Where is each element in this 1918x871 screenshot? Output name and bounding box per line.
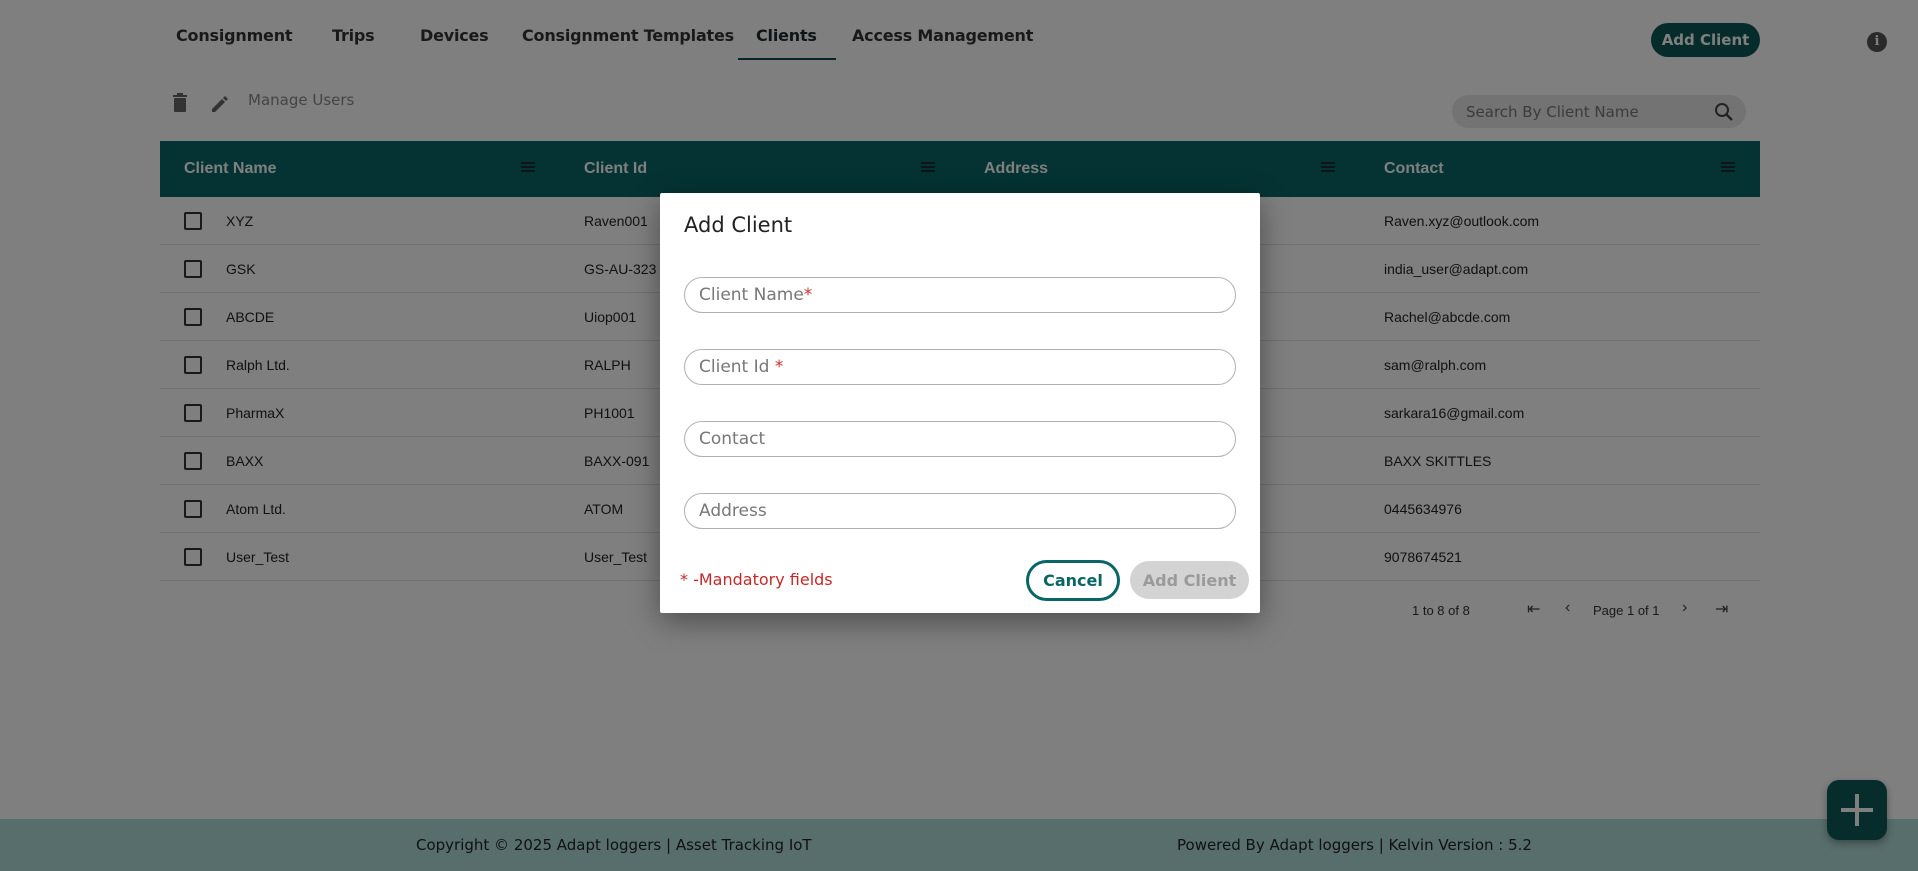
- address-field[interactable]: Address: [684, 493, 1236, 529]
- client-id-input[interactable]: [699, 350, 1219, 384]
- client-name-field[interactable]: Client Name*: [684, 277, 1236, 313]
- dialog-title: Add Client: [684, 213, 793, 237]
- cancel-button[interactable]: Cancel: [1026, 560, 1120, 601]
- address-input[interactable]: [699, 494, 1219, 528]
- add-client-dialog: Add Client Client Name* Client Id * Cont…: [660, 193, 1260, 613]
- contact-field[interactable]: Contact: [684, 421, 1236, 457]
- client-name-input[interactable]: [699, 278, 1219, 312]
- client-id-field[interactable]: Client Id *: [684, 349, 1236, 385]
- add-client-submit-button[interactable]: Add Client: [1130, 561, 1249, 599]
- mandatory-fields-note: * -Mandatory fields: [680, 570, 833, 589]
- contact-input[interactable]: [699, 422, 1219, 456]
